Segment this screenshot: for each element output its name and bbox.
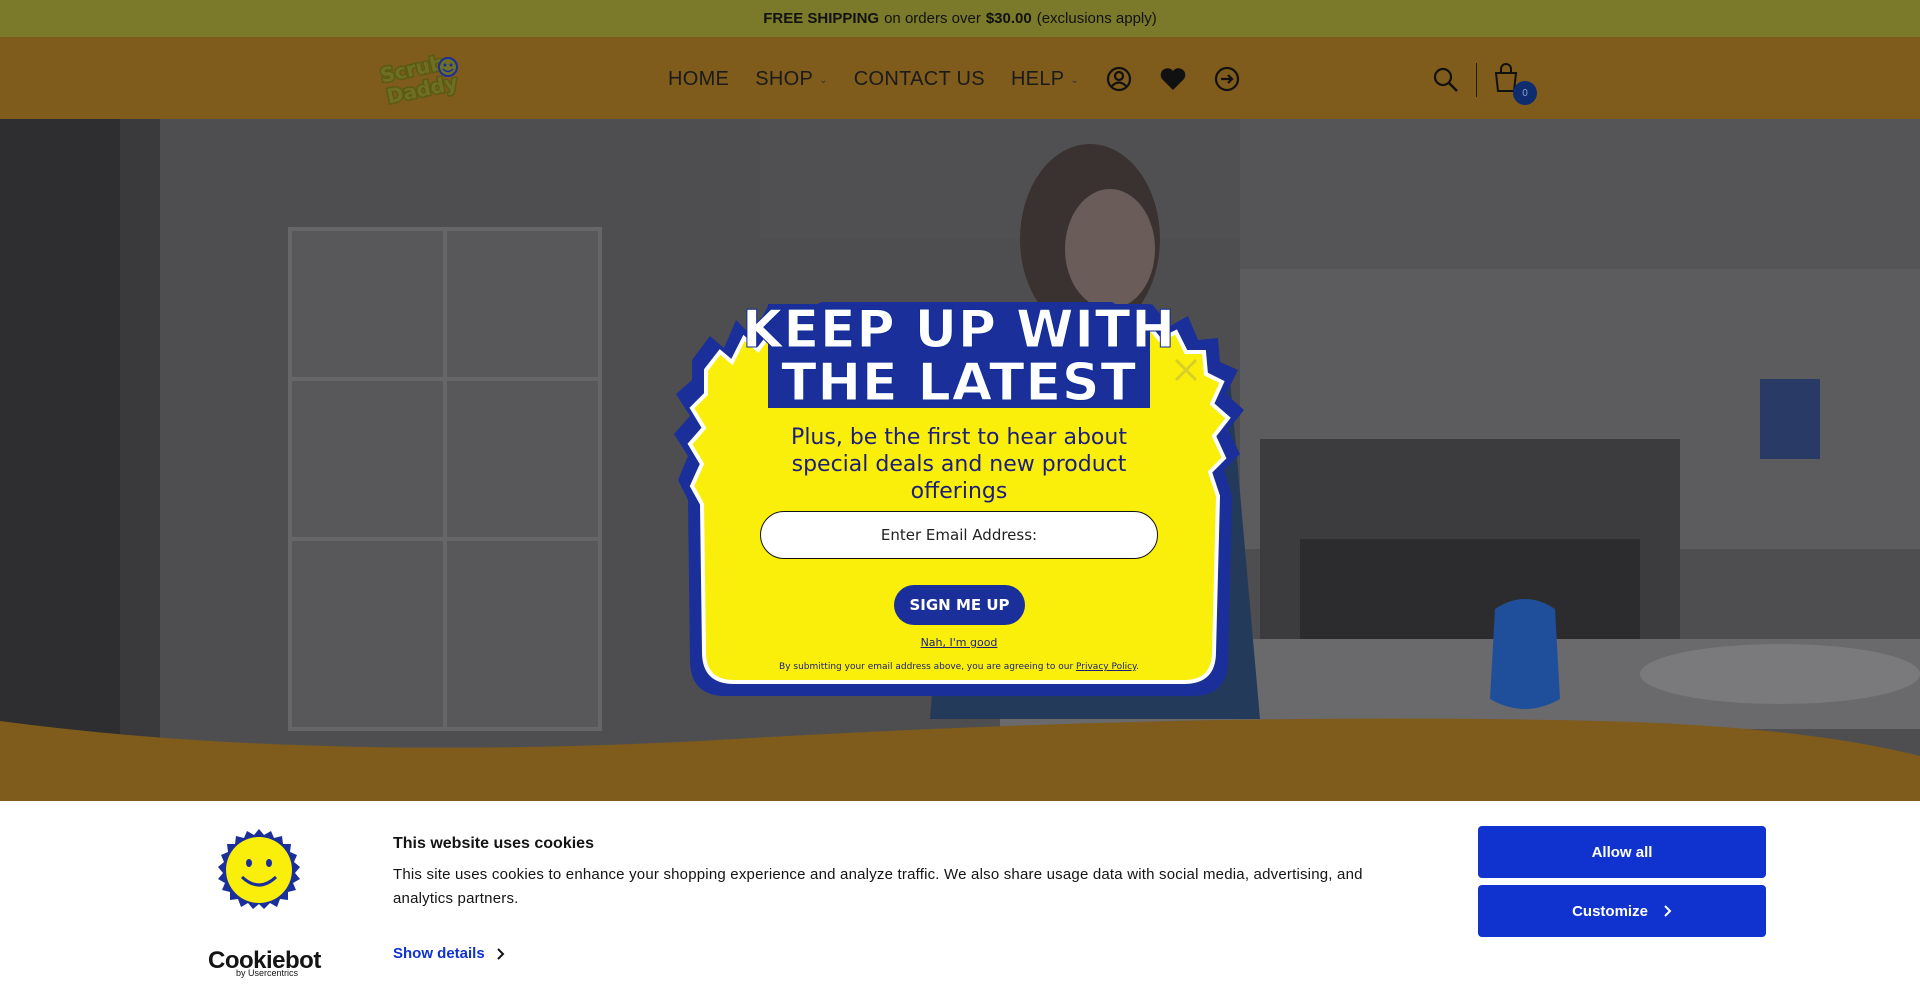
customize-label: Customize (1572, 902, 1648, 920)
nav-shop[interactable]: SHOP ⌄ (755, 68, 828, 91)
show-details-label: Show details (393, 945, 485, 962)
nav-contact[interactable]: CONTACT US (854, 68, 985, 91)
cookie-banner: Cookiebot by Usercentrics This website u… (0, 801, 1920, 993)
popup-disclaimer: By submitting your email address above, … (672, 662, 1246, 672)
account-icon[interactable] (1105, 65, 1133, 93)
chevron-right-icon (1664, 905, 1672, 917)
allow-all-button[interactable]: Allow all (1478, 826, 1766, 878)
nav-shop-label: SHOP (755, 67, 814, 90)
promo-exclusions: (exclusions apply) (1036, 10, 1157, 27)
nav-home-label: HOME (668, 67, 730, 90)
popup-subtitle: Plus, be the first to hear about special… (791, 425, 1127, 504)
popup-title-line1: KEEP UP WITH (742, 300, 1176, 360)
login-icon[interactable] (1213, 65, 1241, 93)
site-header: Scrub Scrub Daddy Daddy HOME SHOP ⌄ CONT… (0, 37, 1920, 119)
promo-bar: FREE SHIPPING on orders over $30.00 (exc… (0, 0, 1920, 37)
sign-up-button[interactable]: SIGN ME UP (894, 585, 1025, 625)
promo-free-shipping: FREE SHIPPING (763, 10, 880, 27)
chevron-down-icon: ⌄ (819, 75, 828, 86)
cookiebot-smiley-icon (218, 829, 300, 909)
heart-icon[interactable] (1159, 65, 1187, 93)
cart-count-badge: 0 (1513, 81, 1537, 105)
newsletter-popup: KEEP UP WITH THE LATEST Plus, be the fir… (672, 300, 1246, 702)
nav-help[interactable]: HELP ⌄ (1011, 68, 1079, 91)
nav-home[interactable]: HOME (668, 68, 729, 91)
decline-link[interactable]: Nah, I'm good (672, 636, 1246, 649)
promo-text: on orders over (884, 10, 981, 27)
search-icon[interactable] (1432, 66, 1460, 94)
close-icon[interactable] (1172, 356, 1200, 384)
privacy-policy-link[interactable]: Privacy Policy (1076, 662, 1136, 672)
hero-wave (0, 718, 1920, 801)
cookie-text: This site uses cookies to enhance your s… (393, 866, 1363, 907)
header-divider (1476, 63, 1477, 97)
cart-button[interactable]: 0 (1493, 63, 1537, 105)
scrub-daddy-logo[interactable]: Scrub Scrub Daddy Daddy (376, 51, 460, 107)
main-nav: HOME SHOP ⌄ CONTACT US HELP ⌄ (668, 65, 1241, 93)
chevron-right-icon (496, 947, 505, 960)
cookie-title: This website uses cookies (393, 835, 594, 852)
chevron-down-icon: ⌄ (1070, 75, 1080, 86)
allow-all-label: Allow all (1591, 843, 1653, 861)
disclaimer-text: By submitting your email address above, … (779, 662, 1074, 672)
customize-button[interactable]: Customize (1478, 885, 1766, 937)
popup-title-line2: THE LATEST (781, 353, 1137, 413)
cookiebot-by: by Usercentrics (236, 968, 299, 978)
promo-amount: $30.00 (985, 10, 1032, 27)
show-details-link[interactable]: Show details (393, 945, 505, 962)
email-field[interactable] (760, 511, 1158, 559)
nav-help-label: HELP (1010, 67, 1065, 90)
nav-contact-label: CONTACT US (853, 67, 985, 90)
disclaimer-end: . (1136, 662, 1139, 672)
header-right-tools: 0 (1432, 63, 1537, 105)
